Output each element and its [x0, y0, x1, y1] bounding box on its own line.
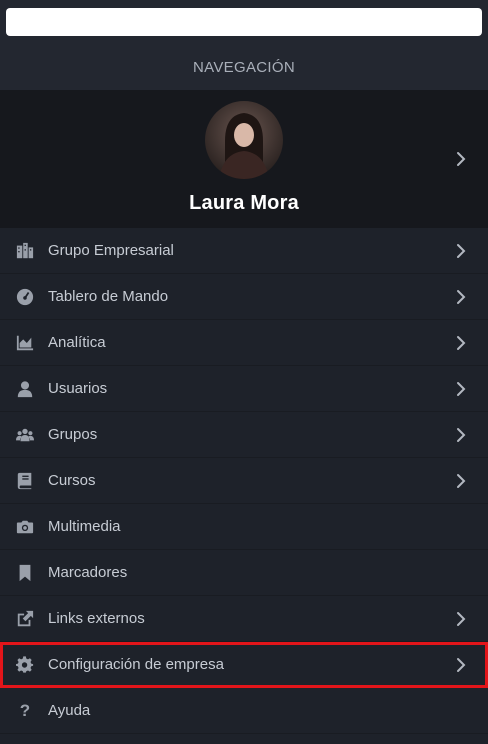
menu-item-label: Links externos	[48, 610, 145, 627]
user-icon	[15, 379, 35, 399]
menu-item-label: Analítica	[48, 334, 106, 351]
gear-icon	[15, 655, 35, 675]
menu-item-ayuda[interactable]: ? Ayuda	[0, 688, 488, 734]
profile-name: Laura Mora	[189, 192, 299, 214]
users-group-icon	[15, 425, 35, 445]
chevron-right-icon	[454, 426, 468, 444]
menu-item-label: Grupos	[48, 426, 98, 443]
menu-item-links-externos[interactable]: Links externos	[0, 596, 488, 642]
nav-header: NAVEGACIÓN	[0, 44, 488, 90]
building-icon	[15, 241, 35, 261]
menu-item-analitica[interactable]: Analítica	[0, 320, 488, 366]
search-bar	[0, 0, 488, 44]
menu-item-multimedia[interactable]: Multimedia	[0, 504, 488, 550]
bookmark-icon	[15, 563, 35, 583]
external-link-icon	[15, 609, 35, 629]
camera-icon	[15, 517, 35, 537]
menu-item-grupo-empresarial[interactable]: Grupo Empresarial	[0, 228, 488, 274]
menu-item-configuracion-de-empresa[interactable]: Configuración de empresa	[0, 642, 488, 688]
menu-item-label: Multimedia	[48, 518, 121, 535]
question-icon: ?	[19, 701, 31, 720]
dashboard-gauge-icon	[15, 287, 35, 307]
menu-item-cursos[interactable]: Cursos	[0, 458, 488, 504]
menu-item-label: Grupo Empresarial	[48, 242, 174, 259]
profile-card[interactable]: Laura Mora	[0, 90, 488, 228]
chevron-right-icon	[454, 380, 468, 398]
menu-item-tablero-de-mando[interactable]: Tablero de Mando	[0, 274, 488, 320]
chevron-right-icon	[454, 288, 468, 306]
menu-item-usuarios[interactable]: Usuarios	[0, 366, 488, 412]
chevron-right-icon	[454, 610, 468, 628]
area-chart-icon	[15, 333, 35, 353]
menu-item-label: Usuarios	[48, 380, 108, 397]
menu-item-label: Marcadores	[48, 564, 128, 581]
nav-menu: Grupo Empresarial Tablero de Mando Analí…	[0, 228, 488, 734]
chevron-right-icon	[454, 656, 468, 674]
chevron-right-icon	[454, 334, 468, 352]
menu-item-label: Cursos	[48, 472, 96, 489]
menu-item-label: Configuración de empresa	[48, 656, 224, 673]
avatar[interactable]	[205, 101, 283, 179]
chevron-right-icon[interactable]	[454, 150, 468, 168]
menu-item-label: Tablero de Mando	[48, 288, 169, 305]
chevron-right-icon	[454, 242, 468, 260]
menu-item-label: Ayuda	[48, 702, 91, 719]
chevron-right-icon	[454, 472, 468, 490]
menu-item-marcadores[interactable]: Marcadores	[0, 550, 488, 596]
menu-item-grupos[interactable]: Grupos	[0, 412, 488, 458]
book-icon	[15, 471, 35, 491]
search-input[interactable]	[6, 8, 482, 36]
